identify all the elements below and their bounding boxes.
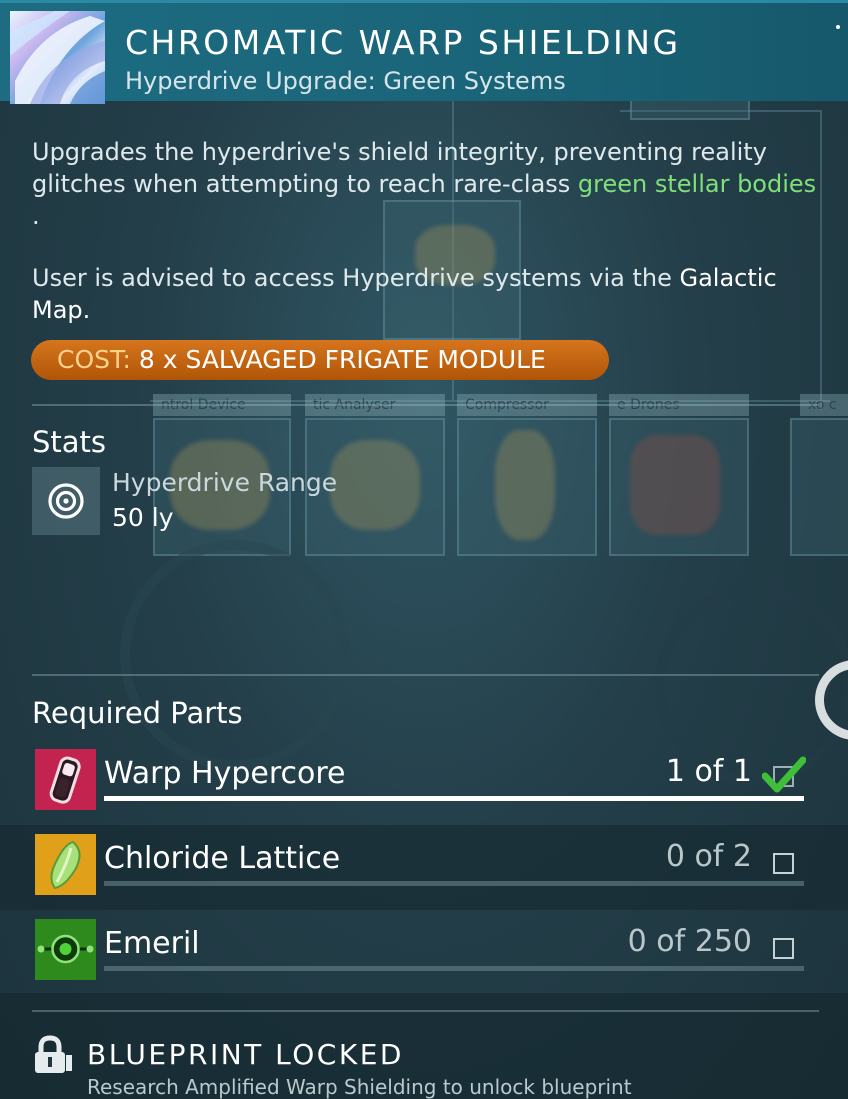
- section-divider: [32, 404, 819, 406]
- part-quantity: 0 of 250: [627, 924, 752, 959]
- warp-hypercore-icon: [35, 749, 96, 810]
- part-row-emeril[interactable]: Emeril 0 of 250: [0, 910, 848, 995]
- part-row-warp-hypercore[interactable]: Warp Hypercore 1 of 1: [0, 740, 848, 825]
- blueprint-locked-subtitle: Research Amplified Warp Shielding to unl…: [87, 1075, 632, 1099]
- cost-value: 8 x SALVAGED FRIGATE MODULE: [138, 345, 546, 374]
- part-progress-bar: [104, 966, 804, 971]
- bg-circle: [120, 540, 350, 770]
- bg-tech-art: [330, 440, 420, 530]
- bg-tech-node: [790, 418, 848, 556]
- item-subtitle: Hyperdrive Upgrade: Green Systems: [125, 67, 566, 95]
- emeril-icon: [35, 919, 96, 980]
- section-divider: [32, 1010, 819, 1012]
- description-end: .: [32, 202, 40, 230]
- chloride-lattice-icon: [35, 834, 96, 895]
- header-dot: [836, 25, 840, 29]
- item-description: Upgrades the hyperdrive's shield integri…: [32, 136, 832, 326]
- checkbox-unchecked[interactable]: [773, 853, 794, 874]
- cost-badge: COST: 8 x SALVAGED FRIGATE MODULE: [31, 340, 609, 380]
- bg-tech-art: [630, 435, 720, 535]
- part-quantity: 0 of 2: [665, 839, 752, 874]
- part-name: Warp Hypercore: [104, 756, 346, 791]
- stat-value: 50 ly: [112, 503, 174, 532]
- advice-highlight: Galactic: [679, 264, 777, 292]
- item-header: CHROMATIC WARP SHIELDING Hyperdrive Upgr…: [0, 0, 848, 104]
- advice-paragraph: User is advised to access Hyperdrive sys…: [32, 262, 832, 326]
- item-title: CHROMATIC WARP SHIELDING: [125, 23, 681, 62]
- blueprint-locked-title: BLUEPRINT LOCKED: [87, 1038, 404, 1071]
- stat-label: Hyperdrive Range: [112, 468, 338, 497]
- checkbox-unchecked[interactable]: [773, 938, 794, 959]
- lock-icon: [32, 1035, 74, 1075]
- part-row-chloride-lattice[interactable]: Chloride Lattice 0 of 2: [0, 825, 848, 910]
- chromatic-warp-shielding-icon: [10, 11, 105, 104]
- part-name: Chloride Lattice: [104, 841, 341, 876]
- part-progress-bar: [104, 881, 804, 886]
- part-quantity: 1 of 1: [665, 754, 752, 789]
- checkmark-icon: [762, 756, 806, 793]
- bg-tech-art: [495, 430, 555, 540]
- advice-end: Map.: [32, 296, 91, 324]
- description-paragraph: Upgrades the hyperdrive's shield integri…: [32, 136, 832, 232]
- part-name: Emeril: [104, 926, 200, 961]
- required-parts-title: Required Parts: [32, 696, 243, 730]
- advice-text: User is advised to access Hyperdrive sys…: [32, 264, 680, 292]
- cost-label: COST:: [57, 345, 131, 374]
- part-progress-bar: [104, 796, 804, 801]
- stats-title: Stats: [32, 425, 107, 459]
- section-divider: [32, 674, 819, 676]
- target-icon: [32, 467, 100, 535]
- description-highlight: green stellar bodies: [577, 170, 817, 198]
